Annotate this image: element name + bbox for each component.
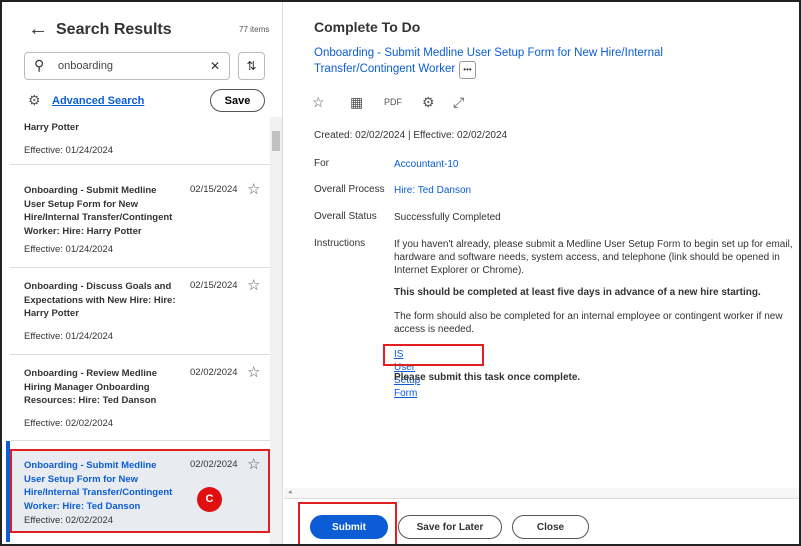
pdf-export-icon[interactable]: PDF — [384, 97, 402, 107]
more-button[interactable]: ••• — [459, 61, 476, 79]
field-label: Overall Process — [314, 184, 385, 195]
item-effective: Effective: 02/02/2024 — [24, 418, 114, 429]
process-link[interactable]: Hire: Ted Danson — [394, 184, 794, 197]
detail-title: Complete To Do — [314, 19, 421, 35]
item-date: 02/02/2024 — [190, 367, 238, 378]
item-count: 77 items — [239, 25, 270, 34]
field-label: Instructions — [314, 238, 366, 249]
instruction-text: The form should also be completed for an… — [394, 311, 783, 335]
star-icon[interactable]: ☆ — [247, 180, 260, 198]
star-icon[interactable]: ☆ — [312, 94, 325, 111]
item-title: Onboarding - Discuss Goals and Expectati… — [24, 281, 176, 319]
excel-export-icon[interactable]: ▦ — [350, 94, 363, 111]
task-detail-panel: Complete To Do Onboarding - Submit Medli… — [284, 2, 799, 544]
for-link[interactable]: Accountant-10 — [394, 158, 794, 171]
item-date: 02/15/2024 — [190, 184, 238, 195]
back-arrow-icon[interactable]: ← — [28, 18, 48, 41]
instruction-text: If you haven't already, please submit a … — [394, 239, 793, 276]
gear-icon[interactable]: ⚙ — [422, 94, 435, 111]
close-button[interactable]: Close — [512, 515, 589, 539]
list-item[interactable]: Onboarding - Review Medline Hiring Manag… — [10, 355, 270, 441]
star-icon[interactable]: ☆ — [247, 455, 260, 473]
save-for-later-button[interactable]: Save for Later — [398, 515, 502, 539]
highlight-box — [298, 502, 397, 544]
search-results-panel: ← Search Results 77 items ⚲ onboarding ✕… — [2, 2, 283, 544]
search-input[interactable]: ⚲ onboarding ✕ — [24, 52, 230, 80]
save-search-button[interactable]: Save — [210, 89, 265, 112]
item-effective: Effective: 02/02/2024 — [24, 515, 114, 526]
search-value: onboarding — [58, 60, 114, 72]
item-title: Onboarding - Submit Medline User Setup F… — [24, 185, 173, 237]
highlight-box — [383, 344, 484, 366]
item-title: Harry Potter — [24, 122, 79, 133]
instruction-bold: This should be completed at least five d… — [394, 287, 761, 298]
search-icon: ⚲ — [34, 57, 45, 73]
instruction-bold: Please submit this task once complete. — [394, 372, 581, 383]
scrollbar[interactable] — [270, 117, 282, 544]
item-date: 02/15/2024 — [190, 280, 238, 291]
results-list: Harry Potter Effective: 01/24/2024 Onboa… — [10, 117, 270, 544]
horizontal-scrollbar[interactable]: ◂ — [284, 488, 799, 498]
scrollbar-thumb[interactable] — [272, 131, 280, 151]
expand-icon[interactable]: ⤢ — [453, 94, 464, 111]
list-item[interactable]: Onboarding - Submit Medline User Setup F… — [10, 172, 270, 268]
item-title: Onboarding - Submit Medline User Setup F… — [24, 460, 173, 512]
list-item[interactable]: Harry Potter Effective: 01/24/2024 — [10, 117, 270, 165]
selected-indicator — [6, 441, 10, 542]
panel-title: Search Results — [56, 21, 172, 38]
item-effective: Effective: 01/24/2024 — [24, 145, 114, 156]
item-title: Onboarding - Review Medline Hiring Manag… — [24, 368, 158, 406]
status-value: Successfully Completed — [394, 212, 501, 223]
star-icon[interactable]: ☆ — [247, 363, 260, 381]
list-item[interactable]: Onboarding - Discuss Goals and Expectati… — [10, 268, 270, 355]
list-item-selected[interactable]: Onboarding - Submit Medline User Setup F… — [10, 449, 270, 533]
task-link[interactable]: Onboarding - Submit Medline User Setup F… — [314, 47, 663, 75]
filter-icon[interactable]: ⚙ — [28, 92, 41, 109]
field-label: Overall Status — [314, 211, 377, 222]
item-effective: Effective: 01/24/2024 — [24, 244, 114, 255]
item-effective: Effective: 01/24/2024 — [24, 331, 114, 342]
star-icon[interactable]: ☆ — [247, 276, 260, 294]
clear-icon[interactable]: ✕ — [210, 59, 220, 73]
callout-badge: C — [197, 487, 222, 512]
item-date: 02/02/2024 — [190, 459, 238, 470]
sort-button[interactable]: ⇅ — [238, 52, 265, 80]
advanced-search-link[interactable]: Advanced Search — [52, 95, 144, 107]
task-link-wrap: Onboarding - Submit Medline User Setup F… — [314, 45, 764, 79]
created-date: Created: 02/02/2024 | Effective: 02/02/2… — [314, 130, 508, 141]
field-label: For — [314, 158, 329, 169]
window: ← Search Results 77 items ⚲ onboarding ✕… — [0, 0, 801, 546]
